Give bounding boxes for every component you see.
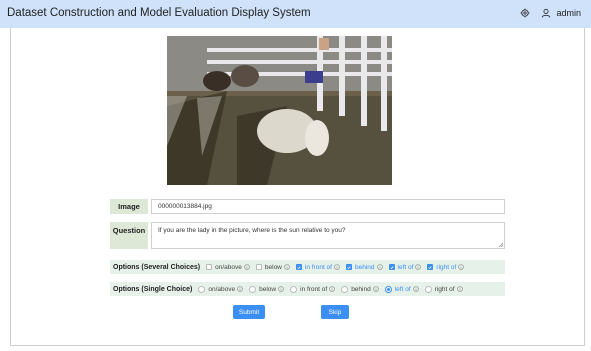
question-row: Question If you are the lady in the pict… bbox=[110, 222, 505, 249]
check-icon bbox=[297, 265, 301, 269]
check-icon bbox=[347, 265, 351, 269]
app-title: Dataset Construction and Model Evaluatio… bbox=[7, 7, 311, 19]
option-label: on/above bbox=[208, 285, 236, 293]
username[interactable]: admin bbox=[556, 8, 581, 18]
sample-photo bbox=[167, 36, 392, 185]
image-label: Image bbox=[110, 199, 148, 214]
info-circle-icon[interactable] bbox=[376, 264, 383, 270]
info-circle-icon[interactable] bbox=[278, 286, 284, 292]
skip-button[interactable]: Skip bbox=[321, 305, 349, 319]
gear-icon[interactable] bbox=[520, 8, 530, 18]
radio-button[interactable] bbox=[341, 285, 349, 293]
multi-option-left-of[interactable]: left of bbox=[388, 263, 422, 271]
options-single-row: Options (Single Choice) on/above below in … bbox=[110, 282, 505, 296]
option-label: in front of bbox=[304, 263, 332, 271]
checkbox[interactable] bbox=[345, 264, 352, 270]
info-circle-icon[interactable] bbox=[458, 264, 465, 270]
option-label: left of bbox=[394, 285, 411, 293]
option-label: behind bbox=[354, 263, 375, 271]
submit-button[interactable]: Submit bbox=[233, 305, 265, 319]
options-multi-row: Options (Several Choices) on/above below i… bbox=[110, 260, 505, 274]
info-circle-icon[interactable] bbox=[412, 286, 419, 292]
main-panel: Image 000000013884.jpg Question If you a… bbox=[10, 28, 585, 346]
radio-button[interactable] bbox=[384, 285, 392, 293]
info-circle-icon[interactable] bbox=[284, 264, 290, 270]
info-circle-icon[interactable] bbox=[237, 286, 243, 292]
option-label: right of bbox=[434, 285, 455, 293]
check-icon bbox=[428, 265, 433, 269]
option-label: right of bbox=[436, 263, 457, 271]
radio-button[interactable] bbox=[249, 285, 257, 293]
image-field[interactable]: 000000013884.jpg bbox=[151, 199, 505, 214]
info-circle-icon[interactable] bbox=[456, 286, 463, 292]
info-circle-icon[interactable] bbox=[329, 286, 335, 292]
info-circle-icon[interactable] bbox=[372, 286, 379, 292]
check-icon bbox=[389, 265, 394, 269]
single-option-in-front-of[interactable]: in front of bbox=[290, 285, 335, 293]
options-single-group: on/above below in front of behind left of rig… bbox=[198, 285, 468, 293]
question-textarea[interactable]: If you are the lady in the picture, wher… bbox=[151, 222, 505, 249]
user-icon[interactable] bbox=[541, 8, 551, 18]
single-option-right-of[interactable]: right of bbox=[424, 285, 463, 293]
multi-option-in-front-of[interactable]: in front of bbox=[295, 263, 340, 271]
radio-button[interactable] bbox=[290, 285, 298, 293]
multi-option-on-above[interactable]: on/above bbox=[206, 264, 250, 271]
option-label: left of bbox=[397, 263, 414, 271]
checkbox[interactable] bbox=[427, 264, 434, 270]
checkbox[interactable] bbox=[206, 264, 213, 270]
option-label: below bbox=[264, 263, 282, 271]
option-label: in front of bbox=[300, 285, 328, 293]
single-option-left-of[interactable]: left of bbox=[384, 285, 419, 293]
radio-button[interactable] bbox=[424, 285, 432, 293]
single-option-below[interactable]: below bbox=[249, 285, 284, 293]
multi-option-below[interactable]: below bbox=[255, 263, 290, 271]
resize-handle-icon[interactable] bbox=[498, 242, 503, 247]
image-row: Image 000000013884.jpg bbox=[110, 199, 505, 214]
option-label: below bbox=[259, 285, 277, 293]
header-actions: admin bbox=[520, 8, 581, 18]
option-label: behind bbox=[351, 285, 371, 293]
multi-option-behind[interactable]: behind bbox=[345, 263, 383, 271]
question-label: Question bbox=[110, 222, 148, 249]
single-option-on-above[interactable]: on/above bbox=[198, 285, 243, 293]
info-circle-icon[interactable] bbox=[415, 264, 422, 270]
multi-option-right-of[interactable]: right of bbox=[427, 263, 465, 271]
options-multi-group: on/above below in front of behind left of rig… bbox=[206, 264, 470, 271]
option-label: on/above bbox=[215, 263, 242, 271]
app-header: Dataset Construction and Model Evaluatio… bbox=[0, 0, 591, 28]
checkbox[interactable] bbox=[295, 264, 302, 270]
options-single-label: Options (Single Choice) bbox=[113, 285, 193, 293]
info-circle-icon[interactable] bbox=[244, 264, 250, 270]
info-circle-icon[interactable] bbox=[334, 264, 340, 270]
radio-button[interactable] bbox=[198, 285, 206, 293]
checkbox[interactable] bbox=[388, 264, 395, 270]
checkbox[interactable] bbox=[255, 264, 262, 270]
single-option-behind[interactable]: behind bbox=[341, 285, 379, 293]
options-multi-label: Options (Several Choices) bbox=[113, 263, 201, 271]
question-text: If you are the lady in the picture, wher… bbox=[158, 227, 346, 234]
